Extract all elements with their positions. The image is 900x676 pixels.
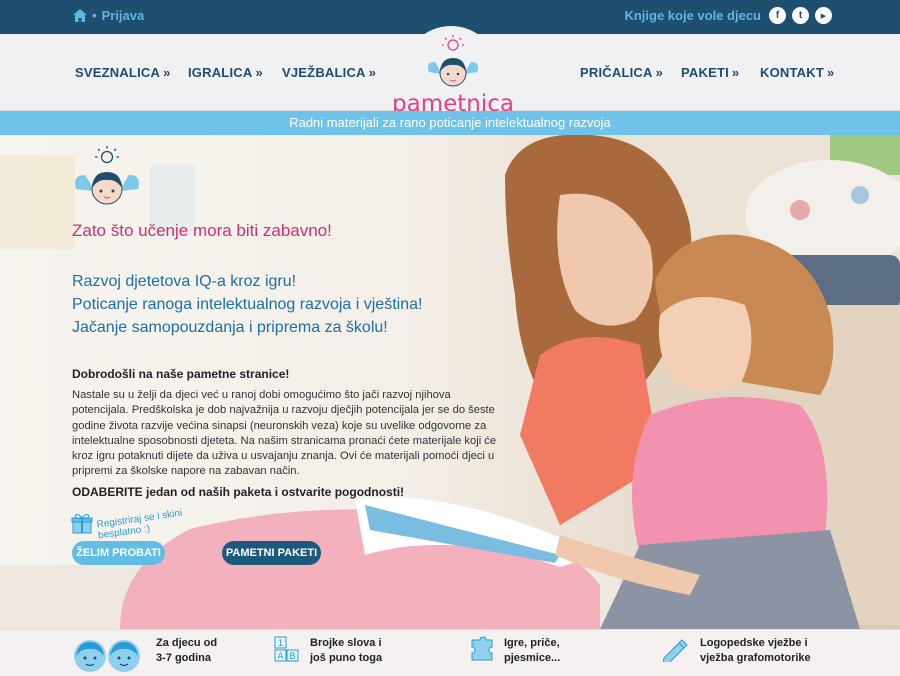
facebook-icon[interactable]: f (769, 7, 786, 24)
nav-arrow: » (368, 65, 377, 80)
pencil-icon (662, 639, 688, 662)
login-label[interactable]: Prijava (102, 8, 145, 23)
feature-item: Za djecu od 3-7 godina (72, 636, 217, 672)
feature-item: Igre, priče, pjesmice... (470, 636, 560, 666)
smart-packages-button[interactable]: PAMETNI PAKETI (222, 541, 321, 565)
feature-text: Brojke slova i još puno toga (310, 636, 382, 666)
login-link[interactable]: • Prijava (73, 8, 144, 23)
svg-text:1: 1 (278, 639, 284, 649)
feature-line: Za djecu od (156, 637, 218, 649)
main-nav: SVEZNALICA» IGRALICA» VJEŽBALICA» pametn… (0, 26, 900, 122)
nav-arrow: » (826, 65, 835, 80)
svg-text:B: B (289, 652, 295, 662)
feature-line: vježba grafomotorike (700, 652, 811, 664)
feature-line: 3-7 godina (156, 652, 212, 664)
youtube-icon[interactable]: ▶ (815, 7, 832, 24)
feature-text: Igre, priče, pjesmice... (504, 636, 560, 666)
feature-text: Za djecu od 3-7 godina (156, 636, 217, 666)
feature-line: još puno toga (310, 652, 383, 664)
books-link[interactable]: Knjige koje vole djecu (624, 8, 761, 23)
nav-label: VJEŽBALICA (282, 65, 366, 80)
nav-arrow: » (731, 65, 740, 80)
nav-pricalica[interactable]: PRIČALICA» (580, 65, 663, 80)
nav-label: PAKETI (681, 65, 729, 80)
social-area: Knjige koje vole djecu f t ▶ (624, 7, 832, 24)
nav-arrow: » (655, 65, 664, 80)
feature-item: 1 A B Brojke slova i još puno toga (274, 636, 382, 666)
intro-paragraph: Nastale su u želji da djeci već u ranoj … (72, 389, 497, 478)
home-icon[interactable] (73, 9, 87, 22)
nav-igralica[interactable]: IGRALICA» (188, 65, 263, 80)
feature-text: Logopedske vježbe i vježba grafomotorike (700, 636, 811, 666)
welcome-heading: Dobrodošli na naše pametne stranice! (72, 367, 290, 381)
hero-section: Zato što učenje mora biti zabavno! Razvo… (0, 135, 900, 629)
nav-kontakt[interactable]: KONTAKT» (760, 65, 834, 80)
nav-paketi[interactable]: PAKETI» (681, 65, 739, 80)
feature-line: Logopedske vježbe i (700, 637, 808, 649)
nav-arrow: » (255, 65, 263, 80)
subtitle-bar: Radni materijali za rano poticanje intel… (0, 111, 900, 135)
nav-label: IGRALICA (188, 65, 253, 80)
nav-arrow: » (163, 65, 171, 80)
bullet: • (92, 8, 97, 23)
pametnica-mascot-icon (75, 146, 139, 205)
letter-blocks-icon: 1 A B (274, 636, 299, 662)
puzzle-icon (471, 636, 493, 661)
try-button[interactable]: ŽELIM PROBATI (72, 541, 165, 565)
packages-cta-text: ODABERITE jedan od naših paketa i ostvar… (72, 485, 405, 499)
nav-sveznalica[interactable]: SVEZNALICA» (75, 65, 171, 80)
feature-line: Brojke slova i (310, 637, 382, 649)
nav-label: PRIČALICA (580, 65, 653, 80)
feature-item: Logopedske vježbe i vježba grafomotorike (660, 636, 811, 666)
kids-faces-icon (74, 640, 140, 672)
register-note[interactable]: Registriraj se i skini besplatno :) (71, 508, 207, 542)
nav-vjezbalica[interactable]: VJEŽBALICA» (282, 65, 376, 80)
feature-line: pjesmice... (504, 652, 561, 664)
twitter-icon[interactable]: t (792, 7, 809, 24)
benefit-item: Poticanje ranoga intelektualnog razvoja … (72, 296, 423, 313)
benefit-item: Razvoj djetetova IQ-a kroz igru! (72, 273, 297, 290)
benefit-item: Jačanje samopouzdanja i priprema za škol… (72, 319, 388, 336)
nav-label: KONTAKT (760, 65, 824, 80)
svg-text:A: A (277, 652, 284, 662)
hero-headline: Zato što učenje mora biti zabavno! (72, 221, 332, 240)
nav-label: SVEZNALICA (75, 65, 161, 80)
gift-icon (71, 513, 93, 534)
features-bar: Za djecu od 3-7 godina 1 A B Brojke slov… (0, 629, 900, 676)
pametnica-logo-icon[interactable] (421, 34, 485, 90)
feature-line: Igre, priče, (504, 637, 560, 649)
